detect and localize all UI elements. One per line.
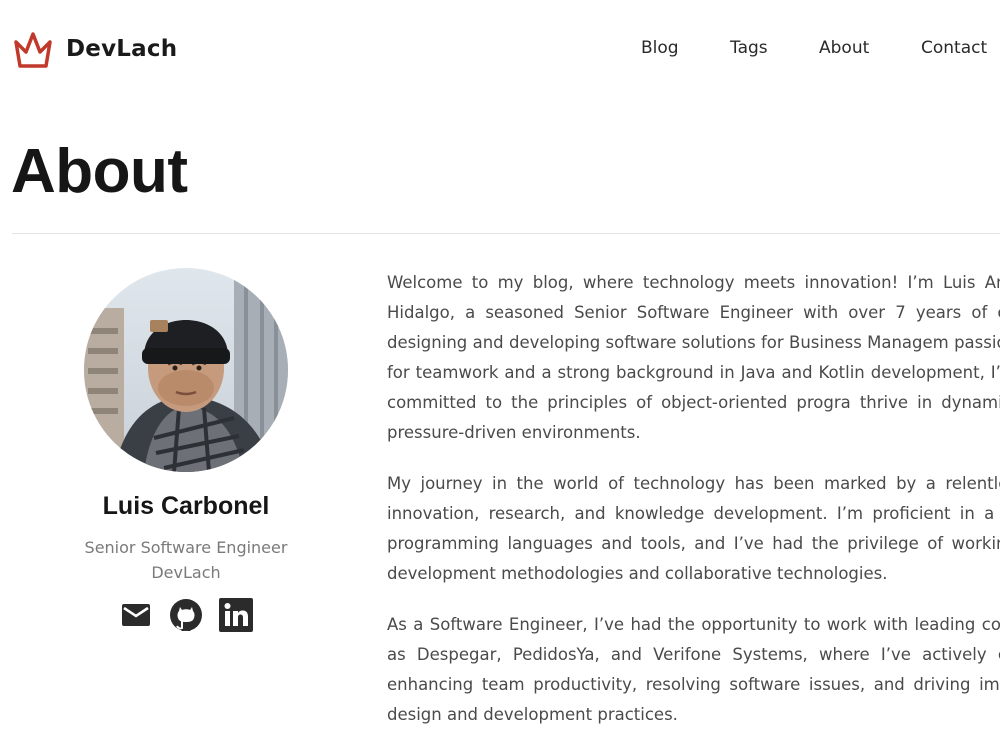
profile-company: DevLach bbox=[151, 563, 221, 582]
about-paragraph-3: As a Software Engineer, I’ve had the opp… bbox=[387, 615, 1000, 724]
crown-logo-icon bbox=[12, 28, 54, 70]
github-link[interactable] bbox=[168, 599, 204, 635]
site-header: DevLach Blog Tags About Contact bbox=[0, 0, 1000, 100]
profile-details: Senior Software Engineer DevLach bbox=[85, 535, 288, 585]
linkedin-icon bbox=[219, 598, 253, 636]
about-paragraph-1: Welcome to my blog, where technology mee… bbox=[387, 273, 1000, 442]
nav-link-about[interactable]: About bbox=[819, 38, 869, 58]
avatar bbox=[84, 268, 288, 472]
about-content: Welcome to my blog, where technology mee… bbox=[387, 268, 1000, 750]
brand-name: DevLach bbox=[66, 36, 178, 62]
logo-link[interactable]: DevLach bbox=[12, 28, 177, 70]
profile-role: Senior Software Engineer bbox=[84, 538, 288, 557]
github-icon bbox=[169, 598, 203, 636]
email-link[interactable] bbox=[118, 599, 154, 635]
profile-name: Luis Carbonel bbox=[102, 492, 270, 520]
nav-link-contact[interactable]: Contact bbox=[921, 38, 987, 58]
page: DevLach Blog Tags About Contact About Lu… bbox=[0, 0, 1000, 750]
about-paragraph-2: My journey in the world of technology ha… bbox=[387, 474, 1000, 583]
mail-icon bbox=[121, 603, 151, 631]
linkedin-link[interactable] bbox=[218, 598, 254, 636]
profile-card: Luis Carbonel Senior Software Engineer D… bbox=[0, 268, 372, 635]
title-divider bbox=[12, 233, 1000, 234]
nav-link-tags[interactable]: Tags bbox=[730, 38, 768, 58]
page-title: About bbox=[11, 137, 188, 206]
nav-link-blog[interactable]: Blog bbox=[641, 38, 679, 58]
social-links bbox=[118, 598, 254, 636]
